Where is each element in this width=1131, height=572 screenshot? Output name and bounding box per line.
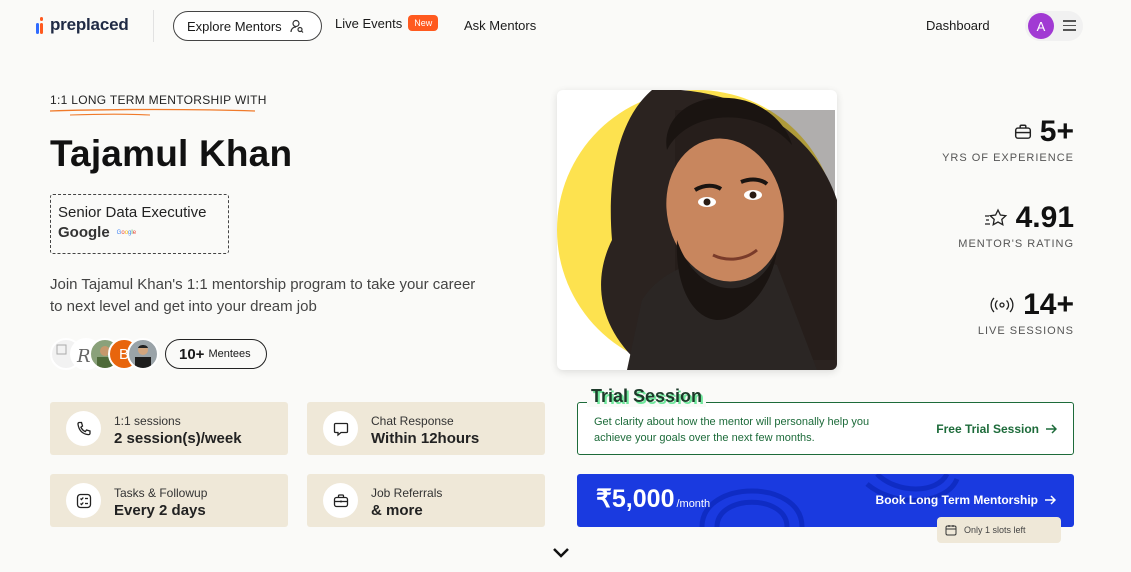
briefcase-icon — [323, 483, 358, 518]
trial-session-card[interactable]: Get clarity about how the mentor will pe… — [577, 402, 1074, 455]
rating-stat: 4.91 MENTOR'S RATING — [958, 201, 1074, 250]
price-period: /month — [676, 498, 711, 510]
live-events-label: Live Events — [335, 15, 403, 31]
live-sessions-value: 14+ — [1023, 288, 1074, 321]
company-name: Google — [58, 224, 110, 241]
slots-left-text: Only 1 slots left — [964, 525, 1026, 535]
price-amount: ₹5,000 — [596, 485, 675, 513]
rating-value: 4.91 — [1015, 201, 1074, 234]
arrow-right-icon — [1045, 495, 1056, 505]
stat-card-sessions: 1:1 sessions 2 session(s)/week — [50, 402, 288, 455]
underline-decoration — [50, 108, 256, 116]
stat-value: & more — [371, 502, 423, 519]
briefcase-icon — [1014, 124, 1031, 139]
live-events-link[interactable]: Live Events New — [335, 15, 439, 31]
chat-icon — [323, 411, 358, 446]
mentee-count: 10+ — [179, 345, 205, 363]
trial-session-tag: Trial Session — [587, 386, 707, 407]
explore-mentors-button[interactable]: Explore Mentors — [173, 11, 322, 41]
stat-card-chat: Chat Response Within 12hours — [307, 402, 545, 455]
experience-stat: 5+ YRS OF EXPERIENCE — [942, 115, 1074, 164]
mentor-name: Tajamul Khan — [50, 133, 293, 174]
hamburger-menu-icon — [1063, 20, 1076, 31]
star-icon — [984, 208, 1007, 226]
free-trial-label: Free Trial Session — [936, 422, 1039, 436]
broadcast-icon — [990, 297, 1014, 313]
stat-card-tasks: Tasks & Followup Every 2 days — [50, 474, 288, 527]
explore-mentors-label: Explore Mentors — [187, 18, 282, 34]
stat-value: Every 2 days — [114, 502, 206, 519]
mentee-label: Mentees — [208, 348, 251, 360]
price: ₹5,000 /month — [596, 484, 710, 514]
logo-mark-icon — [36, 16, 46, 34]
calendar-icon — [945, 525, 957, 536]
logo-text: preplaced — [50, 15, 129, 34]
avatar: A — [1028, 13, 1054, 39]
user-menu-button[interactable]: A — [1025, 11, 1083, 41]
stat-label: Chat Response — [371, 414, 454, 428]
role-card: Senior Data Executive Google Google — [50, 194, 229, 254]
nav-divider — [153, 10, 154, 42]
book-mentorship-label: Book Long Term Mentorship — [875, 493, 1038, 507]
stat-value: Within 12hours — [371, 430, 480, 447]
dashboard-link[interactable]: Dashboard — [926, 18, 990, 33]
stat-label: 1:1 sessions — [114, 414, 181, 428]
logo[interactable]: preplaced — [36, 15, 129, 35]
free-trial-button[interactable]: Free Trial Session — [936, 422, 1057, 436]
mentor-search-icon — [290, 19, 304, 33]
live-sessions-stat: 14+ LIVE SESSIONS — [978, 288, 1074, 337]
book-mentorship-button[interactable]: Book Long Term Mentorship — [876, 493, 1056, 507]
mentor-photo — [557, 90, 837, 370]
rating-caption: MENTOR'S RATING — [958, 238, 1074, 250]
stat-card-referrals: Job Referrals & more — [307, 474, 545, 527]
stat-label: Job Referrals — [371, 486, 443, 500]
trial-description: Get clarity about how the mentor will pe… — [594, 416, 870, 444]
mentee-count-pill: 10+ Mentees — [165, 339, 267, 369]
arrow-right-icon — [1046, 424, 1057, 434]
mentorship-blurb: Join Tajamul Khan's 1:1 mentorship progr… — [50, 276, 476, 315]
stat-label: Tasks & Followup — [114, 486, 208, 500]
live-sessions-caption: LIVE SESSIONS — [977, 325, 1074, 337]
top-nav: preplaced Explore Mentors Live Events Ne… — [0, 0, 1131, 52]
google-logo-icon: Google — [116, 229, 137, 236]
ask-mentors-link[interactable]: Ask Mentors — [464, 18, 536, 33]
stat-value: 2 session(s)/week — [114, 430, 242, 447]
slots-left-badge: Only 1 slots left — [937, 517, 1061, 543]
experience-caption: YRS OF EXPERIENCE — [942, 152, 1074, 164]
experience-value: 5+ — [1039, 115, 1074, 148]
role-title: Senior Data Executive — [58, 204, 207, 221]
mentee-avatar — [127, 338, 159, 370]
phone-icon — [66, 411, 101, 446]
new-badge: New — [408, 15, 439, 31]
mentorship-eyebrow: 1:1 LONG TERM MENTORSHIP WITH — [50, 93, 267, 107]
chevron-down-icon[interactable] — [552, 546, 570, 560]
tasks-icon — [66, 483, 101, 518]
